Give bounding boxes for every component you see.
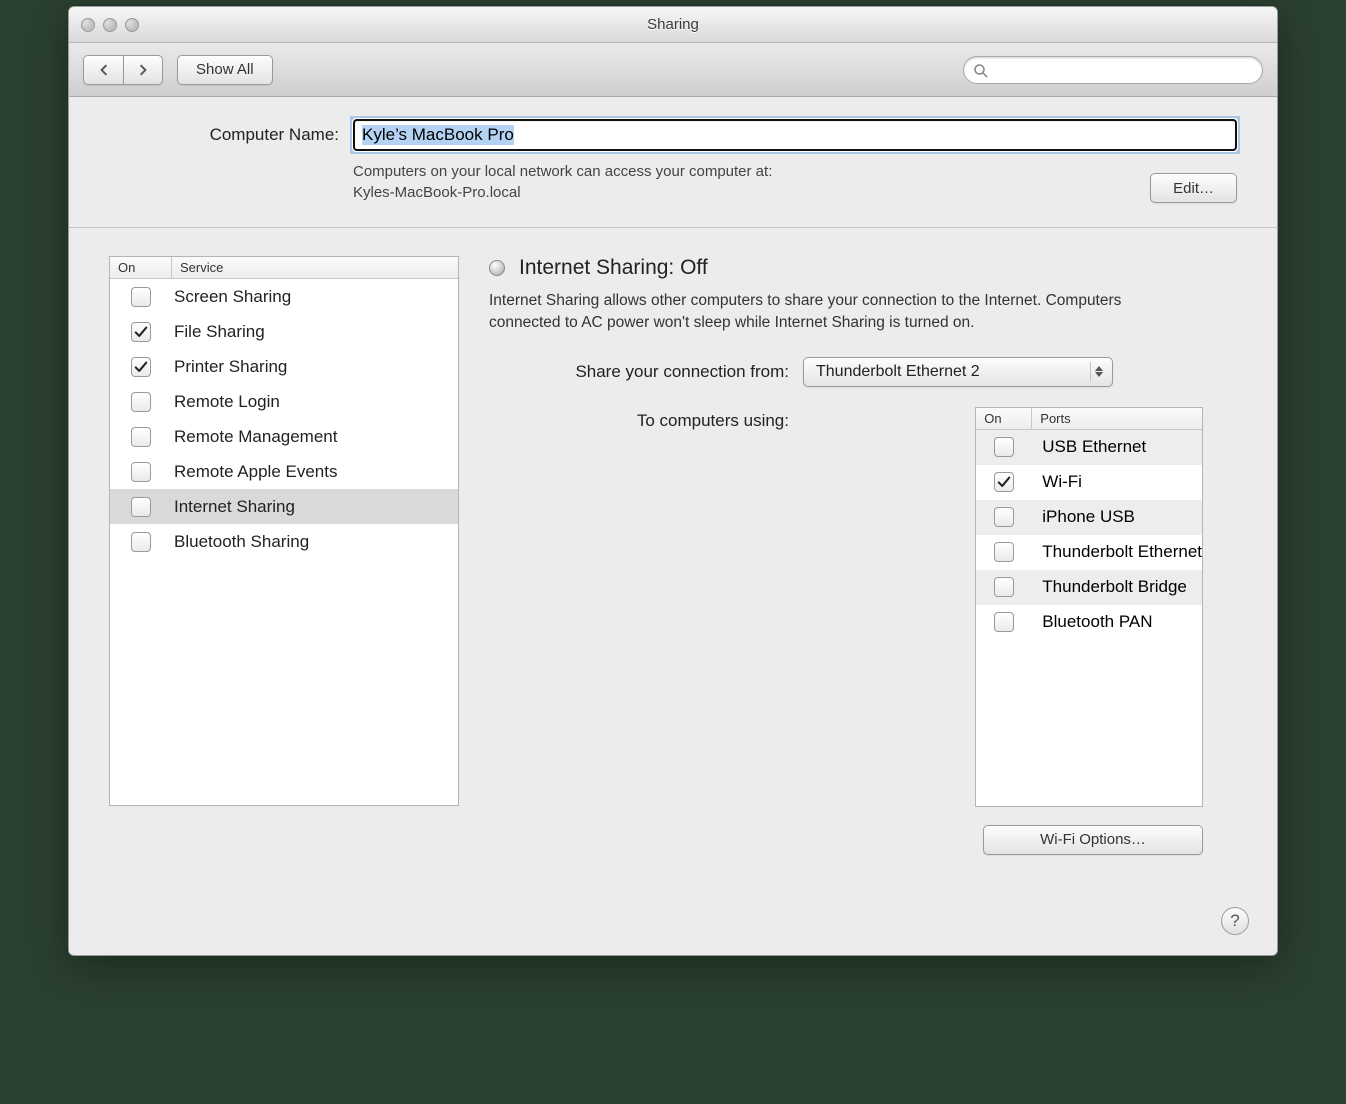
service-label: Bluetooth Sharing bbox=[172, 532, 458, 552]
computer-name-section: Computer Name: Computers on your local n… bbox=[69, 97, 1277, 228]
zoom-icon[interactable] bbox=[125, 18, 139, 32]
status-led-icon bbox=[489, 260, 505, 276]
service-checkbox[interactable] bbox=[131, 462, 151, 482]
nav-back-forward bbox=[83, 55, 163, 85]
service-row[interactable]: Remote Login bbox=[110, 384, 458, 419]
service-checkbox[interactable] bbox=[131, 287, 151, 307]
forward-button[interactable] bbox=[123, 55, 163, 85]
titlebar: Sharing bbox=[69, 7, 1277, 43]
service-label: File Sharing bbox=[172, 322, 458, 342]
ports-body[interactable]: USB Ethernet Wi-Fi iPhone USB Thunderbolt E… bbox=[976, 430, 1202, 640]
chevron-left-icon bbox=[98, 64, 110, 76]
services-header: On Service bbox=[110, 257, 458, 279]
service-row[interactable]: Printer Sharing bbox=[110, 349, 458, 384]
computer-name-hint: Computers on your local network can acce… bbox=[353, 161, 1150, 203]
wifi-options-button[interactable]: Wi-Fi Options… bbox=[983, 825, 1203, 855]
service-checkbox[interactable] bbox=[131, 322, 151, 342]
help-button[interactable]: ? bbox=[1221, 907, 1249, 935]
port-row[interactable]: Thunderbolt Ethernet bbox=[976, 535, 1202, 570]
service-label: Printer Sharing bbox=[172, 357, 458, 377]
port-checkbox[interactable] bbox=[994, 542, 1014, 562]
services-body[interactable]: Screen Sharing File Sharing Printer Sharin… bbox=[110, 279, 458, 805]
service-row[interactable]: Bluetooth Sharing bbox=[110, 524, 458, 559]
status-title: Internet Sharing: Off bbox=[519, 256, 708, 280]
status-description: Internet Sharing allows other computers … bbox=[489, 290, 1189, 335]
service-row[interactable]: Internet Sharing bbox=[110, 489, 458, 524]
search-icon bbox=[973, 63, 989, 79]
edit-hostname-button[interactable]: Edit… bbox=[1150, 173, 1237, 203]
service-checkbox[interactable] bbox=[131, 532, 151, 552]
service-label: Screen Sharing bbox=[172, 287, 458, 307]
main-section: On Service Screen Sharing File Sharing Pri… bbox=[69, 228, 1277, 885]
hint-line-1: Computers on your local network can acce… bbox=[353, 163, 772, 180]
back-button[interactable] bbox=[83, 55, 123, 85]
port-checkbox[interactable] bbox=[994, 507, 1014, 527]
chevron-right-icon bbox=[137, 64, 149, 76]
service-checkbox[interactable] bbox=[131, 497, 151, 517]
services-list: On Service Screen Sharing File Sharing Pri… bbox=[109, 256, 459, 806]
col-service: Service bbox=[172, 257, 458, 278]
ports-header: On Ports bbox=[976, 408, 1202, 430]
computer-name-label: Computer Name: bbox=[109, 125, 339, 145]
port-row[interactable]: USB Ethernet bbox=[976, 430, 1202, 465]
ports-col-ports: Ports bbox=[1032, 408, 1202, 429]
service-label: Internet Sharing bbox=[172, 497, 458, 517]
port-label: Wi-Fi bbox=[1032, 472, 1202, 492]
toolbar: Show All bbox=[69, 43, 1277, 97]
computer-name-input[interactable] bbox=[353, 119, 1237, 151]
service-checkbox[interactable] bbox=[131, 392, 151, 412]
minimize-icon[interactable] bbox=[103, 18, 117, 32]
service-label: Remote Apple Events bbox=[172, 462, 458, 482]
footer: ? bbox=[69, 885, 1277, 955]
port-row[interactable]: iPhone USB bbox=[976, 500, 1202, 535]
port-checkbox[interactable] bbox=[994, 577, 1014, 597]
port-label: Thunderbolt Bridge bbox=[1032, 577, 1202, 597]
service-row[interactable]: Screen Sharing bbox=[110, 279, 458, 314]
window-controls bbox=[69, 18, 139, 32]
ports-label: To computers using: bbox=[489, 407, 789, 855]
share-from-value: Thunderbolt Ethernet 2 bbox=[816, 363, 980, 381]
port-row[interactable]: Bluetooth PAN bbox=[976, 605, 1202, 640]
sharing-preferences-window: Sharing Show All Computer Name: Computer… bbox=[68, 6, 1278, 956]
updown-icon bbox=[1090, 362, 1106, 382]
service-label: Remote Management bbox=[172, 427, 458, 447]
show-all-button[interactable]: Show All bbox=[177, 55, 273, 85]
port-row[interactable]: Wi-Fi bbox=[976, 465, 1202, 500]
ports-col-on: On bbox=[976, 408, 1032, 429]
search-field[interactable] bbox=[963, 56, 1263, 84]
service-detail: Internet Sharing: Off Internet Sharing a… bbox=[489, 256, 1237, 855]
service-label: Remote Login bbox=[172, 392, 458, 412]
port-checkbox[interactable] bbox=[994, 612, 1014, 632]
service-row[interactable]: Remote Management bbox=[110, 419, 458, 454]
port-label: iPhone USB bbox=[1032, 507, 1202, 527]
port-checkbox[interactable] bbox=[994, 472, 1014, 492]
service-row[interactable]: Remote Apple Events bbox=[110, 454, 458, 489]
col-on: On bbox=[110, 257, 172, 278]
port-row[interactable]: Thunderbolt Bridge bbox=[976, 570, 1202, 605]
search-input[interactable] bbox=[994, 61, 1252, 79]
port-label: Thunderbolt Ethernet bbox=[1032, 542, 1202, 562]
ports-list: On Ports USB Ethernet Wi-Fi iPhone USB Thun… bbox=[975, 407, 1203, 807]
hint-line-2: Kyles-MacBook-Pro.local bbox=[353, 184, 521, 201]
share-from-label: Share your connection from: bbox=[489, 362, 789, 382]
window-title: Sharing bbox=[69, 16, 1277, 33]
port-label: Bluetooth PAN bbox=[1032, 612, 1202, 632]
port-label: USB Ethernet bbox=[1032, 437, 1202, 457]
service-checkbox[interactable] bbox=[131, 427, 151, 447]
port-checkbox[interactable] bbox=[994, 437, 1014, 457]
service-row[interactable]: File Sharing bbox=[110, 314, 458, 349]
service-checkbox[interactable] bbox=[131, 357, 151, 377]
share-from-select[interactable]: Thunderbolt Ethernet 2 bbox=[803, 357, 1113, 387]
close-icon[interactable] bbox=[81, 18, 95, 32]
